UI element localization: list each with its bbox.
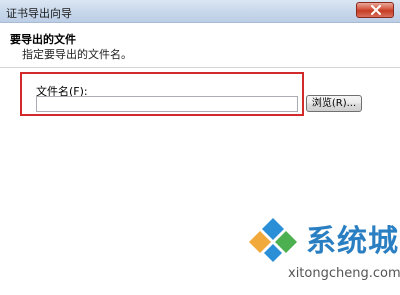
browse-button[interactable]: 浏览(R)... [306,95,362,112]
close-icon [371,5,381,15]
close-button[interactable] [356,2,394,18]
certificate-export-wizard-window: 证书导出向导 要导出的文件 指定要导出的文件名。 文件名(F): 浏览(R)..… [0,0,400,295]
wizard-header: 要导出的文件 指定要导出的文件名。 [0,23,400,68]
watermark: 系统城 xitongcheng.com [244,212,400,292]
file-name-input[interactable] [36,96,298,112]
watermark-domain: xitongcheng.com [288,266,400,281]
diamond-logo-icon [249,218,297,262]
page-subtitle: 指定要导出的文件名。 [22,48,132,61]
window-title: 证书导出向导 [6,7,72,20]
page-title: 要导出的文件 [10,33,76,46]
watermark-brand-text: 系统城 [306,224,399,259]
title-bar: 证书导出向导 [0,0,400,23]
